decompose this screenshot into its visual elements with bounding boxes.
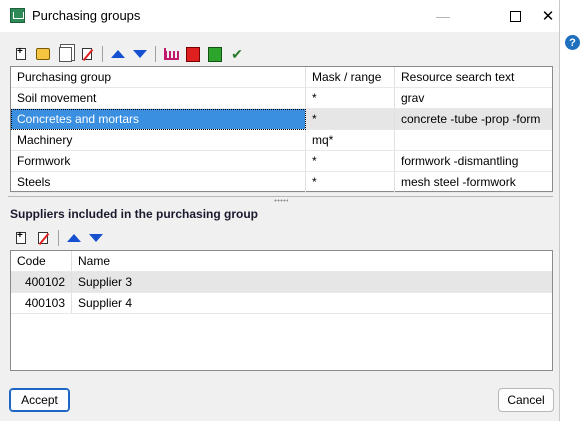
supplier-move-down-button[interactable] bbox=[86, 228, 106, 248]
group-name-cell: Formwork bbox=[11, 150, 306, 172]
supplier-move-up-button[interactable] bbox=[64, 228, 84, 248]
add-icon bbox=[16, 46, 26, 60]
close-icon: ✕ bbox=[541, 8, 555, 25]
table-header: Code Name bbox=[11, 251, 552, 272]
minimize-icon: — bbox=[436, 8, 450, 24]
title-bar: Purchasing groups — ✕ bbox=[0, 0, 559, 32]
supplier-code-cell: 400103 bbox=[11, 292, 72, 314]
splitter-grip[interactable] bbox=[274, 199, 288, 202]
close-button[interactable]: ✕ bbox=[537, 0, 559, 32]
suppliers-heading: Suppliers included in the purchasing gro… bbox=[10, 207, 259, 221]
move-up-icon bbox=[111, 50, 125, 58]
delete-icon bbox=[82, 48, 92, 60]
add-supplier-button[interactable] bbox=[11, 228, 31, 248]
delete-supplier-button[interactable] bbox=[33, 228, 53, 248]
chart-button[interactable] bbox=[161, 44, 181, 64]
table-row[interactable]: Formwork * formwork -dismantling bbox=[11, 150, 552, 172]
column-header-group[interactable]: Purchasing group bbox=[11, 67, 306, 88]
window-title: Purchasing groups bbox=[32, 8, 141, 23]
group-name-cell: Steels bbox=[11, 171, 306, 193]
mask-cell: * bbox=[305, 87, 395, 109]
export-button[interactable] bbox=[183, 44, 203, 64]
edit-icon bbox=[36, 48, 50, 60]
group-name-cell: Soil movement bbox=[11, 87, 306, 109]
copy-group-button[interactable] bbox=[55, 44, 75, 64]
check-button[interactable]: ✔ bbox=[227, 44, 247, 64]
column-header-mask[interactable]: Mask / range bbox=[305, 67, 395, 88]
column-header-search-text[interactable]: Resource search text bbox=[394, 67, 552, 88]
search-text-cell bbox=[394, 129, 552, 151]
add-group-button[interactable] bbox=[11, 44, 31, 64]
copy-icon bbox=[58, 46, 72, 62]
app-icon bbox=[10, 8, 25, 23]
export-icon bbox=[186, 46, 200, 62]
move-up-button[interactable] bbox=[108, 44, 128, 64]
table-row[interactable]: Soil movement * grav bbox=[11, 87, 552, 109]
search-text-cell: mesh steel -formwork bbox=[394, 171, 552, 193]
add-icon bbox=[16, 230, 26, 244]
move-down-button[interactable] bbox=[130, 44, 150, 64]
move-down-icon bbox=[89, 234, 103, 242]
supplier-code-cell: 400102 bbox=[11, 271, 72, 293]
cancel-button[interactable]: Cancel bbox=[498, 388, 554, 412]
group-name-cell: Machinery bbox=[11, 129, 306, 151]
suppliers-table: Code Name 400102 Supplier 3 400103 Suppl… bbox=[11, 251, 552, 314]
column-header-code[interactable]: Code bbox=[11, 251, 72, 272]
import-icon bbox=[208, 46, 222, 62]
move-up-icon bbox=[67, 234, 81, 242]
delete-icon bbox=[38, 232, 48, 244]
delete-group-button[interactable] bbox=[77, 44, 97, 64]
edit-group-button[interactable] bbox=[33, 44, 53, 64]
maximize-button[interactable] bbox=[493, 0, 537, 32]
column-header-name[interactable]: Name bbox=[71, 251, 552, 272]
search-text-cell: formwork -dismantling bbox=[394, 150, 552, 172]
groups-table-panel: Purchasing group Mask / range Resource s… bbox=[10, 66, 553, 193]
splitter-line bbox=[8, 196, 553, 197]
table-row[interactable]: 400103 Supplier 4 bbox=[11, 292, 552, 314]
search-text-cell: grav bbox=[394, 87, 552, 109]
maximize-icon bbox=[509, 10, 521, 22]
dialog-window: Purchasing groups — ✕ ✔ Purchasing group… bbox=[0, 0, 560, 421]
dialog-footer: Accept Cancel bbox=[0, 378, 559, 421]
check-icon: ✔ bbox=[231, 46, 243, 62]
help-icon[interactable]: ? bbox=[565, 35, 580, 50]
import-button[interactable] bbox=[205, 44, 225, 64]
table-row[interactable]: Machinery mq* bbox=[11, 129, 552, 151]
mask-cell: * bbox=[305, 150, 395, 172]
mask-cell: * bbox=[305, 171, 395, 193]
suppliers-table-panel: Code Name 400102 Supplier 3 400103 Suppl… bbox=[10, 250, 553, 371]
supplier-name-cell: Supplier 3 bbox=[71, 271, 552, 293]
supplier-name-cell: Supplier 4 bbox=[71, 292, 552, 314]
chart-icon bbox=[163, 48, 179, 60]
table-row[interactable]: Steels * mesh steel -formwork bbox=[11, 171, 552, 193]
accept-button[interactable]: Accept bbox=[9, 388, 70, 412]
suppliers-toolbar bbox=[11, 227, 106, 249]
table-header: Purchasing group Mask / range Resource s… bbox=[11, 67, 552, 88]
search-text-cell: concrete -tube -prop -form bbox=[394, 108, 552, 130]
group-name-cell: Concretes and mortars bbox=[11, 108, 306, 130]
mask-cell: mq* bbox=[305, 129, 395, 151]
groups-toolbar: ✔ bbox=[11, 43, 247, 65]
move-down-icon bbox=[133, 50, 147, 58]
mask-cell: * bbox=[305, 108, 395, 130]
table-row-selected[interactable]: Concretes and mortars * concrete -tube -… bbox=[11, 108, 552, 130]
table-row-selected[interactable]: 400102 Supplier 3 bbox=[11, 271, 552, 293]
minimize-button[interactable]: — bbox=[421, 0, 465, 32]
groups-table: Purchasing group Mask / range Resource s… bbox=[11, 67, 552, 193]
